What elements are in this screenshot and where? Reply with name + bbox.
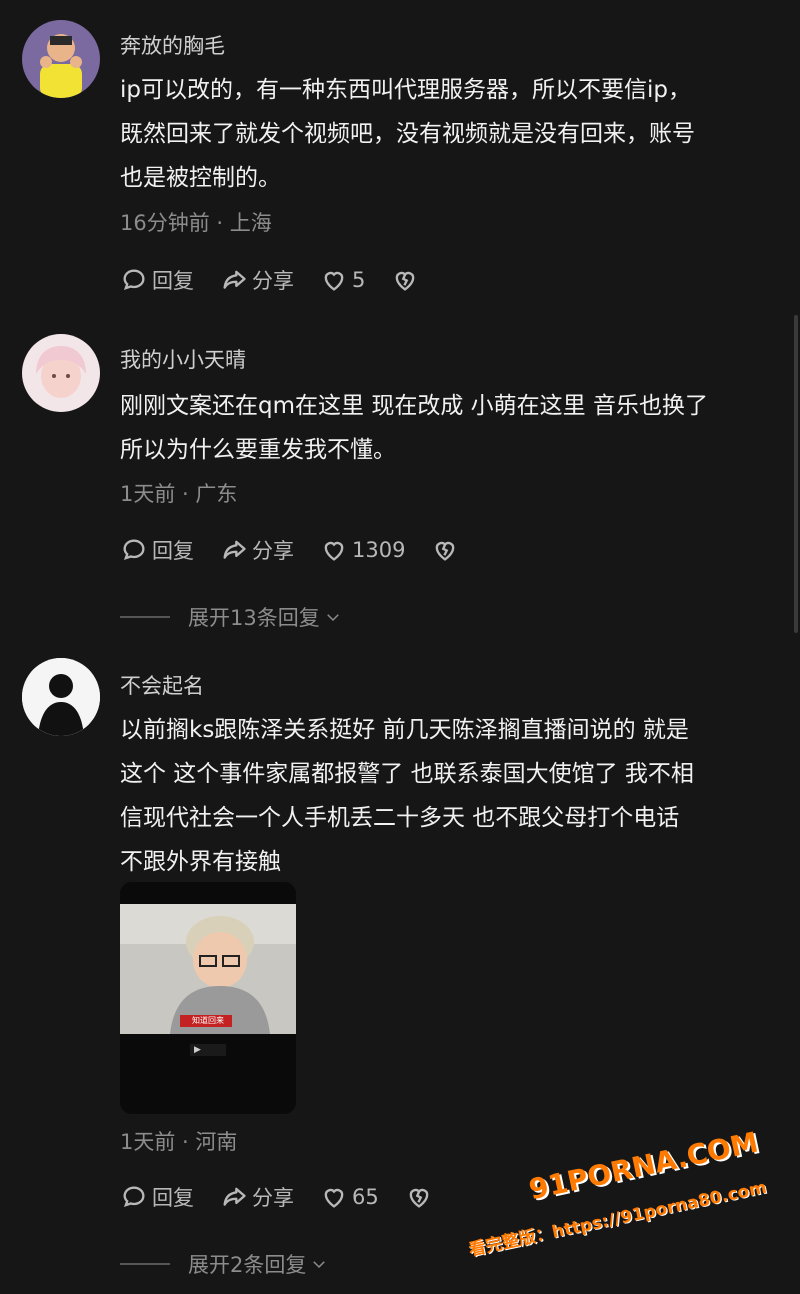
- share-button[interactable]: 分享: [220, 535, 294, 565]
- comment-line: 这个 这个事件家属都报警了 也联系泰国大使馆了 我不相: [120, 761, 694, 787]
- heart-icon: [324, 271, 344, 291]
- like-count: 65: [352, 1185, 379, 1209]
- like-button[interactable]: 65: [320, 1183, 379, 1211]
- reply-button[interactable]: 回复: [120, 535, 194, 565]
- expand-replies-button[interactable]: 展开2条回复: [120, 1249, 328, 1279]
- play-icon: ▶: [194, 1045, 201, 1055]
- heart-icon: [324, 541, 344, 561]
- share-button[interactable]: 分享: [220, 265, 294, 295]
- comment-meta: 1天前 · 河南: [120, 1130, 238, 1154]
- reply-button[interactable]: 回复: [120, 1182, 194, 1212]
- avatar[interactable]: [22, 658, 100, 736]
- share-arrow-icon: [223, 270, 246, 289]
- comment-line: 所以为什么要重发我不懂。: [120, 437, 396, 463]
- expand-replies-button[interactable]: 展开13条回复: [120, 602, 342, 632]
- comment-line: ip可以改的，有一种东西叫代理服务器，所以不要信ip，: [120, 77, 691, 103]
- video-thumbnail[interactable]: 知道回来 ▶: [120, 882, 296, 1114]
- avatar[interactable]: [22, 334, 100, 412]
- reply-label: 回复: [152, 1186, 194, 1210]
- share-arrow-icon: [223, 540, 246, 559]
- comment-meta: 16分钟前 · 上海: [120, 211, 272, 235]
- expand-replies-label: 展开13条回复: [188, 606, 320, 630]
- broken-heart-icon: [396, 271, 415, 291]
- share-arrow-icon: [223, 1187, 246, 1206]
- action-bar: 回复 分享 65: [120, 1182, 463, 1212]
- comment-line: 既然回来了就发个视频吧，没有视频就是没有回来，账号: [120, 121, 695, 147]
- reply-button[interactable]: 回复: [120, 265, 194, 295]
- divider-line: [120, 1263, 170, 1265]
- expand-replies-label: 展开2条回复: [188, 1253, 307, 1277]
- username[interactable]: 不会起名: [120, 670, 204, 700]
- video-caption: 知道回来: [192, 1016, 224, 1025]
- comment-line: 以前搁ks跟陈泽关系挺好 前几天陈泽搁直播间说的 就是: [120, 717, 689, 743]
- comment-meta: 1天前 · 广东: [120, 482, 238, 506]
- share-label: 分享: [252, 269, 294, 293]
- broken-heart-icon: [409, 1188, 429, 1208]
- action-bar: 回复 分享 5: [120, 265, 449, 295]
- share-label: 分享: [252, 539, 294, 563]
- dislike-button[interactable]: [431, 536, 463, 564]
- dislike-button[interactable]: [405, 1183, 437, 1211]
- like-button[interactable]: 5: [320, 266, 365, 294]
- divider-line: [120, 616, 170, 618]
- scrollbar[interactable]: [794, 315, 798, 633]
- comment-line: 也是被控制的。: [120, 165, 281, 191]
- like-button[interactable]: 1309: [320, 536, 405, 564]
- dislike-button[interactable]: [391, 266, 423, 294]
- reply-label: 回复: [152, 269, 194, 293]
- share-label: 分享: [252, 1186, 294, 1210]
- share-button[interactable]: 分享: [220, 1182, 294, 1212]
- comment-line: 不跟外界有接触: [120, 849, 281, 875]
- username[interactable]: 奔放的胸毛: [120, 30, 225, 60]
- watermark: 91PORNA.COM 看完整版：https://91porna80.com: [466, 1125, 786, 1274]
- comment-bubble-icon: [123, 1186, 145, 1208]
- comment-text: 以前搁ks跟陈泽关系挺好 前几天陈泽搁直播间说的 就是 这个 这个事件家属都报警…: [120, 708, 780, 884]
- avatar[interactable]: [22, 20, 100, 98]
- chevron-down-icon: [326, 614, 339, 622]
- comment-bubble-icon: [123, 269, 145, 291]
- like-count: 1309: [352, 538, 406, 562]
- chevron-down-icon: [313, 1261, 326, 1269]
- reply-label: 回复: [152, 539, 194, 563]
- heart-icon: [324, 1188, 344, 1208]
- comment-bubble-icon: [123, 539, 145, 561]
- like-count: 5: [352, 268, 366, 292]
- comment-text: ip可以改的，有一种东西叫代理服务器，所以不要信ip， 既然回来了就发个视频吧，…: [120, 68, 780, 200]
- broken-heart-icon: [436, 541, 455, 561]
- comment-line: 信现代社会一个人手机丢二十多天 也不跟父母打个电话: [120, 805, 680, 831]
- comment-text: 刚刚文案还在qm在这里 现在改成 小萌在这里 音乐也换了 所以为什么要重发我不懂…: [120, 384, 780, 472]
- comment-line: 刚刚文案还在qm在这里 现在改成 小萌在这里 音乐也换了: [120, 393, 708, 419]
- username[interactable]: 我的小小天晴: [120, 344, 246, 374]
- action-bar: 回复 分享 1309: [120, 535, 489, 565]
